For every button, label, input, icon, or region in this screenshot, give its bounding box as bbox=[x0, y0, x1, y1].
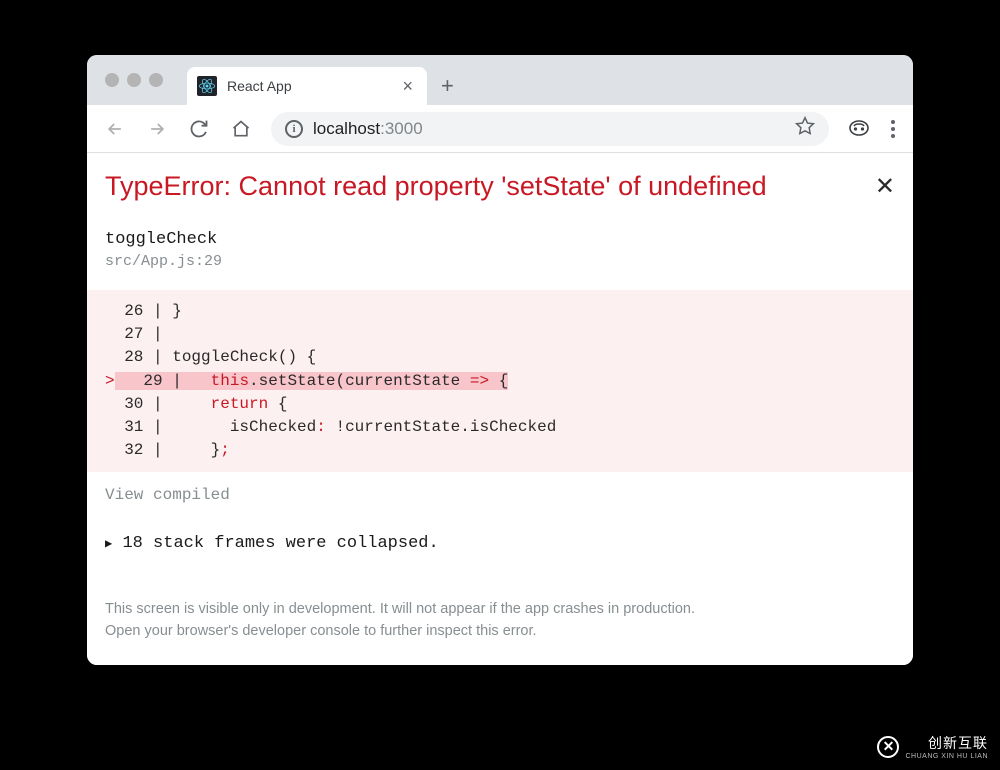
minimize-window-button[interactable] bbox=[127, 73, 141, 87]
code-line: 30 | return { bbox=[87, 393, 913, 416]
code-frame: 26 | } 27 | 28 | toggleCheck() { > 29 | … bbox=[87, 290, 913, 472]
tab-bar: React App × + bbox=[87, 55, 913, 105]
home-button[interactable] bbox=[223, 111, 259, 147]
maximize-window-button[interactable] bbox=[149, 73, 163, 87]
page-content: TypeError: Cannot read property 'setStat… bbox=[87, 153, 913, 665]
browser-window: React App × + i localhost:3000 bbox=[87, 55, 913, 665]
watermark: ✕ 创新互联 CHUANG XIN HU LIAN bbox=[877, 733, 988, 760]
bookmark-button[interactable] bbox=[795, 116, 815, 141]
back-button[interactable] bbox=[97, 111, 133, 147]
tab-close-button[interactable]: × bbox=[398, 76, 417, 97]
watermark-subtext: CHUANG XIN HU LIAN bbox=[905, 753, 988, 760]
profile-button[interactable] bbox=[841, 111, 877, 147]
url-text: localhost:3000 bbox=[313, 119, 423, 139]
watermark-logo-icon: ✕ bbox=[877, 736, 899, 758]
function-name: toggleCheck bbox=[105, 230, 895, 249]
watermark-text: 创新互联 bbox=[905, 733, 988, 753]
nav-bar: i localhost:3000 bbox=[87, 105, 913, 153]
reload-button[interactable] bbox=[181, 111, 217, 147]
address-bar[interactable]: i localhost:3000 bbox=[271, 112, 829, 146]
error-overlay-close-button[interactable]: ✕ bbox=[875, 172, 895, 201]
window-controls bbox=[105, 73, 163, 87]
source-location: src/App.js:29 bbox=[105, 253, 895, 270]
site-info-icon[interactable]: i bbox=[285, 120, 303, 138]
code-line: 32 | }; bbox=[87, 439, 913, 462]
code-line: 26 | } bbox=[87, 300, 913, 323]
code-line-highlighted: > 29 | this.setState(currentState => { bbox=[87, 370, 913, 393]
react-favicon bbox=[197, 76, 217, 96]
view-compiled-link[interactable]: View compiled bbox=[105, 486, 895, 504]
collapsed-frames-toggle[interactable]: ▶ 18 stack frames were collapsed. bbox=[105, 534, 895, 553]
browser-tab[interactable]: React App × bbox=[187, 67, 427, 105]
code-line: 28 | toggleCheck() { bbox=[87, 346, 913, 369]
error-header: TypeError: Cannot read property 'setStat… bbox=[105, 171, 895, 202]
expand-arrow-icon: ▶ bbox=[105, 537, 112, 551]
forward-button[interactable] bbox=[139, 111, 175, 147]
code-line: 27 | bbox=[87, 323, 913, 346]
browser-menu-button[interactable] bbox=[883, 120, 903, 138]
new-tab-button[interactable]: + bbox=[427, 73, 468, 105]
error-title: TypeError: Cannot read property 'setStat… bbox=[105, 171, 767, 202]
close-window-button[interactable] bbox=[105, 73, 119, 87]
tab-title: React App bbox=[227, 78, 388, 94]
footer-note: This screen is visible only in developme… bbox=[105, 599, 895, 643]
code-line: 31 | isChecked: !currentState.isChecked bbox=[87, 416, 913, 439]
